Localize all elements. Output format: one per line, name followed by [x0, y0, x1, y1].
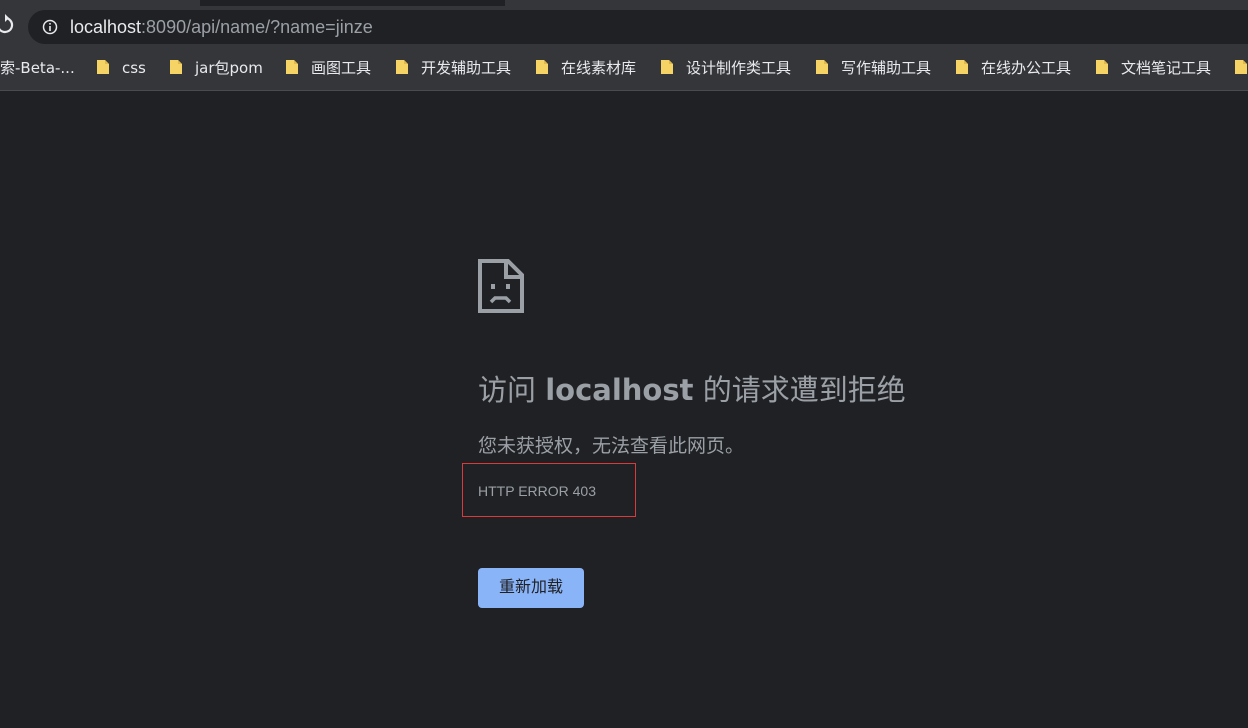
error-description: 您未获授权，无法查看此网页。 [478, 435, 745, 457]
error-title-prefix: 访问 [478, 373, 546, 407]
bookmark-folder-office-tools[interactable]: 在线办公工具 [981, 58, 1071, 78]
folder-icon[interactable] [1234, 59, 1248, 75]
error-title-host: localhost [545, 373, 694, 407]
bookmark-folder-jar-pom[interactable]: jar包pom [195, 58, 263, 78]
folder-icon [956, 60, 968, 74]
folder-icon [816, 60, 828, 74]
error-title: 访问 localhost 的请求遭到拒绝 [478, 369, 906, 411]
bookmarks-bar: 索-Beta-... css jar包pom 画图工具 开发辅助工具 在线素材库… [0, 46, 1248, 91]
reload-icon[interactable] [0, 14, 14, 36]
sad-page-icon [478, 259, 524, 313]
bookmark-folder-dev-tools[interactable]: 开发辅助工具 [421, 58, 511, 78]
bookmark-folder-css[interactable]: css [122, 58, 146, 78]
folder-icon [97, 60, 109, 74]
folder-icon [286, 60, 298, 74]
error-page: 访问 localhost 的请求遭到拒绝 您未获授权，无法查看此网页。 HTTP… [0, 91, 1248, 728]
url-host: localhost [70, 17, 142, 37]
bookmark-folder-materials[interactable]: 在线素材库 [561, 58, 636, 78]
folder-icon [661, 60, 673, 74]
error-code: HTTP ERROR 403 [478, 483, 596, 499]
bookmark-item[interactable]: 索-Beta-... [0, 58, 75, 78]
reload-button[interactable]: 重新加载 [478, 568, 584, 608]
bookmark-folder-design-tools[interactable]: 设计制作类工具 [686, 58, 791, 78]
folder-icon [1096, 60, 1108, 74]
url-path: :8090/api/name/?name=jinze [141, 17, 373, 37]
info-icon[interactable] [42, 19, 58, 35]
bookmark-folder-notes-tools[interactable]: 文档笔记工具 [1121, 58, 1211, 78]
bookmark-folder-writing-tools[interactable]: 写作辅助工具 [841, 58, 931, 78]
folder-icon [536, 60, 548, 74]
url-text[interactable]: localhost:8090/api/name/?name=jinze [70, 16, 373, 38]
bookmark-folder-drawing-tools[interactable]: 画图工具 [311, 58, 371, 78]
browser-toolbar: localhost:8090/api/name/?name=jinze [0, 6, 1248, 46]
folder-icon [396, 60, 408, 74]
folder-icon [170, 60, 182, 74]
error-title-suffix: 的请求遭到拒绝 [693, 373, 906, 407]
address-bar[interactable]: localhost:8090/api/name/?name=jinze [28, 10, 1248, 44]
